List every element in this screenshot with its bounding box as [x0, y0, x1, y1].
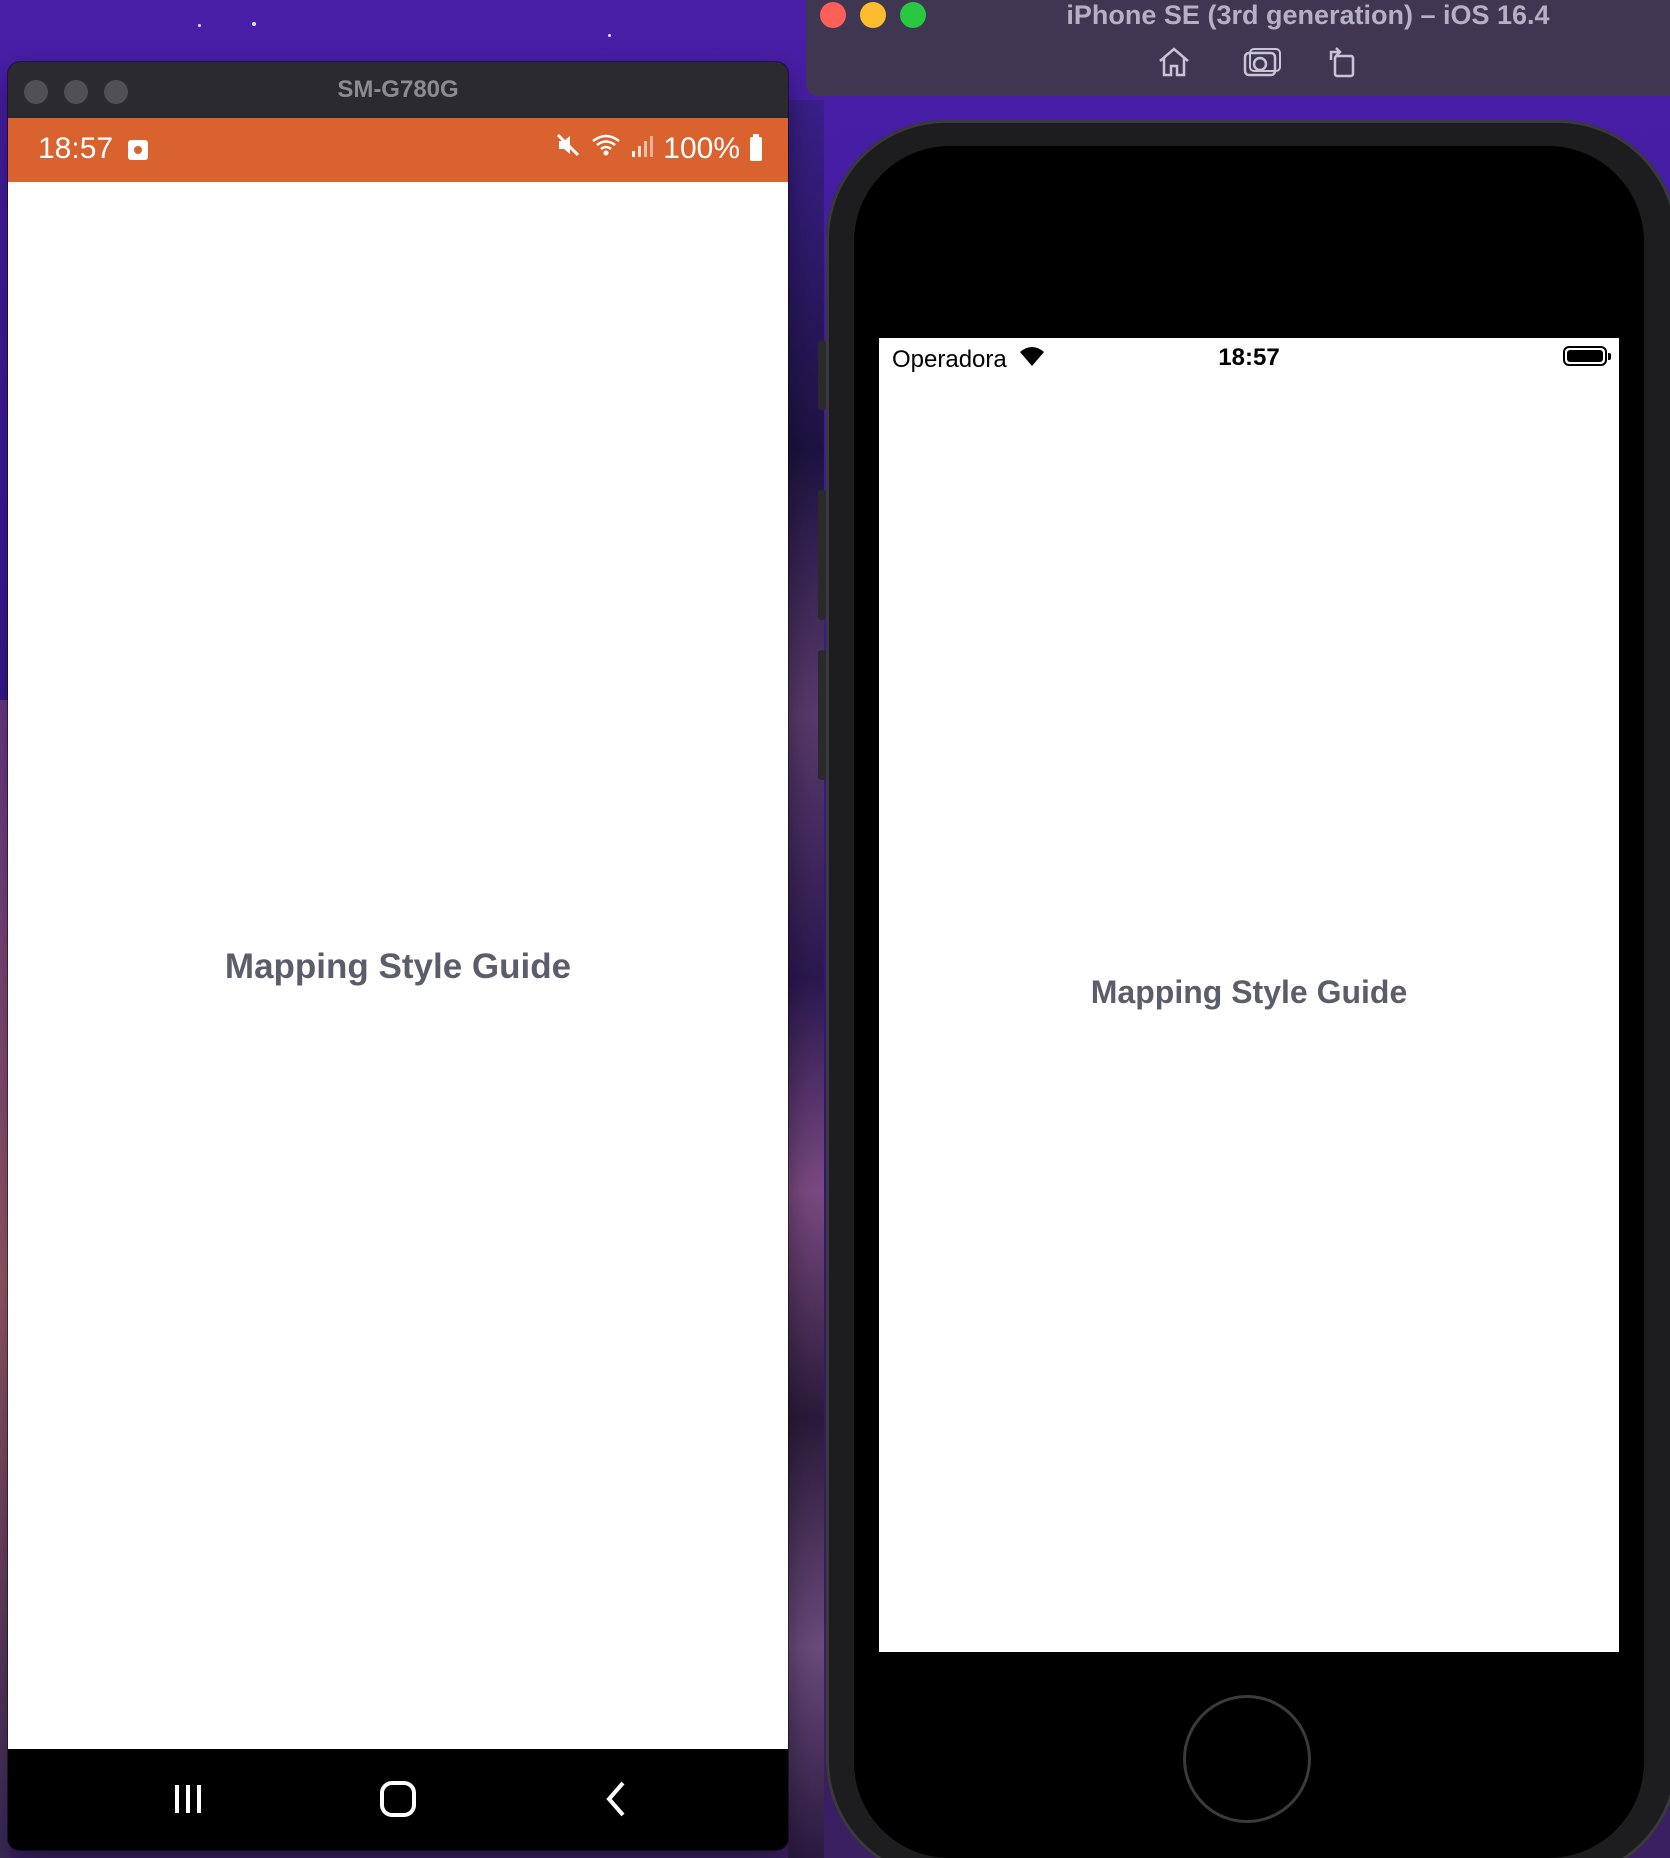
zoom-button[interactable] — [900, 2, 926, 28]
iphone-home-button[interactable] — [1183, 1695, 1311, 1823]
back-icon — [606, 1781, 625, 1817]
home-icon — [380, 1781, 416, 1817]
home-icon — [1159, 47, 1189, 77]
ios-simulator-toolbar[interactable]: iPhone SE (3rd generation) – iOS 16.4 — [806, 0, 1670, 96]
ios-window-title: iPhone SE (3rd generation) – iOS 16.4 — [1066, 0, 1550, 30]
screenshot-toolbar-button[interactable] — [1242, 44, 1282, 80]
signal-icon — [631, 132, 654, 166]
battery-icon — [750, 134, 762, 161]
wallpaper-star — [198, 24, 201, 27]
iphone-volume-down — [818, 650, 826, 780]
recents-icon — [175, 1785, 201, 1813]
minimize-button[interactable] — [860, 2, 886, 28]
android-app-screen[interactable]: Mapping Style Guide — [8, 182, 788, 1749]
android-status-icons: 100% — [555, 132, 762, 166]
ios-status-time: 18:57 — [1218, 344, 1280, 371]
battery-percentage: 100% — [663, 132, 740, 165]
home-toolbar-button[interactable] — [1154, 44, 1194, 80]
android-emulator-window: SM-G780G 18:57 100% Mapping Style Guide — [8, 62, 788, 1850]
iphone-volume-up — [818, 490, 826, 620]
iphone-side-button — [818, 340, 826, 410]
wallpaper-star — [252, 22, 256, 26]
mute-icon — [555, 132, 581, 166]
rotate-icon — [1329, 47, 1355, 78]
notification-icon — [128, 140, 148, 160]
home-button[interactable] — [368, 1775, 428, 1823]
battery-icon — [1563, 346, 1611, 366]
rotate-toolbar-button[interactable] — [1322, 44, 1362, 80]
back-button[interactable] — [586, 1775, 646, 1823]
wifi-icon — [591, 132, 621, 166]
wallpaper-star — [608, 34, 611, 37]
app-title: Mapping Style Guide — [224, 947, 572, 986]
recents-button[interactable] — [158, 1775, 218, 1823]
android-window-title: SM-G780G — [337, 76, 459, 103]
app-title: Mapping Style Guide — [1090, 974, 1408, 1010]
android-nav-bar — [8, 1749, 788, 1849]
android-titlebar[interactable]: SM-G780G — [8, 62, 788, 118]
android-status-time: 18:57 — [38, 132, 114, 165]
ios-app-screen[interactable]: Operadora 18:57 Mapping Style Guide — [879, 338, 1619, 1652]
ios-status-bar: Operadora 18:57 — [879, 338, 1619, 378]
screenshot-icon — [1243, 48, 1281, 77]
android-status-bar: 18:57 100% — [8, 118, 788, 182]
close-button[interactable] — [820, 2, 846, 28]
